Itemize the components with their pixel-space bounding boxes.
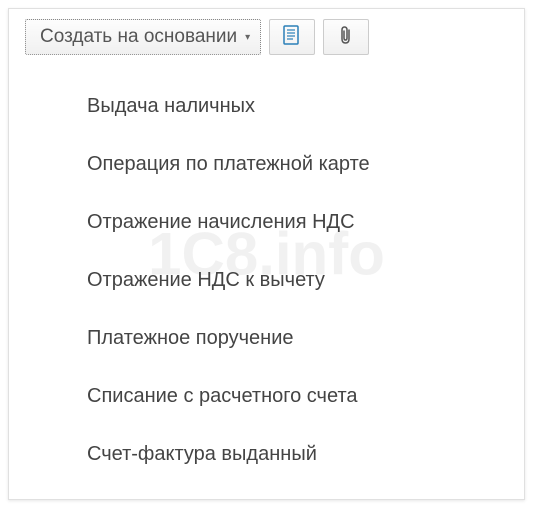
menu-item-account-writeoff[interactable]: Списание с расчетного счета xyxy=(87,367,524,425)
menu-item-vat-deduction[interactable]: Отражение НДС к вычету xyxy=(87,251,524,309)
menu-item-cash-issue[interactable]: Выдача наличных xyxy=(87,77,524,135)
document-icon xyxy=(283,25,301,50)
document-icon-button[interactable] xyxy=(269,19,315,55)
chevron-down-icon: ▾ xyxy=(245,32,250,43)
context-menu: Выдача наличных Операция по платежной ка… xyxy=(9,65,524,500)
menu-item-vat-accrual[interactable]: Отражение начисления НДС xyxy=(87,193,524,251)
paperclip-icon xyxy=(339,25,353,50)
menu-item-invoice-received[interactable]: Счет-фактура полученный xyxy=(87,483,524,500)
toolbar: Создать на основании ▾ xyxy=(9,9,524,65)
create-based-on-dropdown[interactable]: Создать на основании ▾ xyxy=(25,19,261,55)
menu-item-invoice-issued[interactable]: Счет-фактура выданный xyxy=(87,425,524,483)
menu-item-card-operation[interactable]: Операция по платежной карте xyxy=(87,135,524,193)
dropdown-label: Создать на основании xyxy=(40,26,237,48)
attachment-icon-button[interactable] xyxy=(323,19,369,55)
menu-item-payment-order[interactable]: Платежное поручение xyxy=(87,309,524,367)
